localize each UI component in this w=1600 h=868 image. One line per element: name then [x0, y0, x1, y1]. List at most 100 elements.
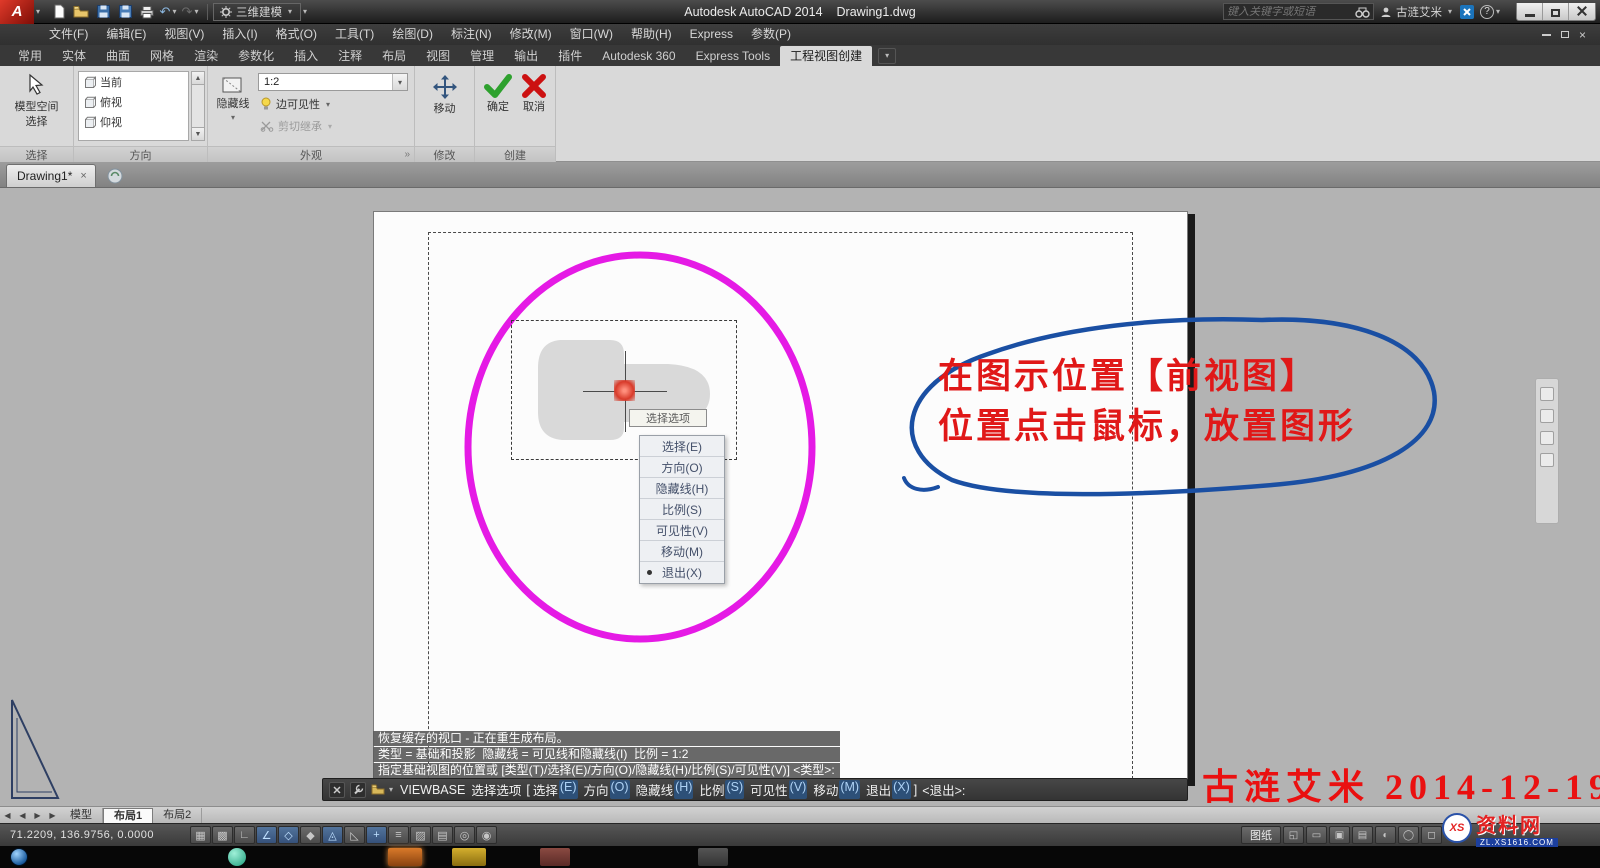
ribbon-tab[interactable]: 管理: [460, 46, 504, 66]
status-toggle-polar[interactable]: ∠: [256, 826, 277, 844]
orientation-item[interactable]: 俯视: [79, 92, 188, 112]
scroll-track[interactable]: [191, 85, 205, 127]
scroll-down-button[interactable]: ▼: [191, 127, 205, 141]
combo-caret-icon[interactable]: ▾: [392, 74, 407, 90]
ribbon-tab[interactable]: 插件: [548, 46, 592, 66]
menu-option[interactable]: 可见性(V): [640, 520, 724, 541]
status-toggle-otrack[interactable]: ◬: [322, 826, 343, 844]
save-as-button[interactable]: [114, 2, 136, 22]
ribbon-tab[interactable]: Autodesk 360: [592, 46, 685, 66]
move-button[interactable]: 移动: [429, 69, 461, 143]
command-line[interactable]: ▾ VIEWBASE 选择选项 [ 选择 (E) 方向 (O) 隐藏线 (H) 比例(…: [322, 778, 1188, 801]
menu-item[interactable]: 参数(P): [742, 24, 800, 45]
orbit-icon[interactable]: [1540, 453, 1554, 467]
scroll-up-button[interactable]: ▲: [191, 71, 205, 85]
clean-screen-icon[interactable]: ◻: [1421, 826, 1442, 844]
status-toggle-ducs[interactable]: ◺: [344, 826, 365, 844]
exchange-apps-icon[interactable]: [1459, 4, 1474, 19]
command-close-button[interactable]: [329, 781, 345, 798]
status-toggle-dyn[interactable]: +: [366, 826, 387, 844]
ribbon-tab[interactable]: 常用: [8, 46, 52, 66]
ribbon-tab[interactable]: Express Tools: [686, 46, 780, 66]
zoom-icon[interactable]: [1540, 431, 1554, 445]
quick-view-drawings-icon[interactable]: ▭: [1306, 826, 1327, 844]
redo-button[interactable]: ↷ ▾: [180, 2, 202, 22]
status-toggle-snap[interactable]: ▦: [190, 826, 211, 844]
signin-menu[interactable]: 古涟艾米 ▾: [1380, 4, 1454, 20]
layout-tab-layout2[interactable]: 布局2: [153, 807, 203, 823]
menu-option[interactable]: 退出(X): [640, 562, 724, 583]
tab-close-icon[interactable]: ×: [80, 170, 86, 182]
status-toggle-transparency[interactable]: ▨: [410, 826, 431, 844]
scale-combobox[interactable]: 1:2 ▾: [258, 73, 408, 91]
drawing-canvas[interactable]: 选择选项 选择(E) 方向(O) 隐藏线(H) 比例(S) 可见性(V) 移动(…: [0, 188, 1600, 806]
cancel-button[interactable]: 取消: [519, 69, 549, 143]
taskbar-app-button[interactable]: [540, 848, 570, 866]
app-menu-caret-icon[interactable]: ▾: [36, 7, 40, 16]
auto-annotation-icon[interactable]: ◯: [1398, 826, 1419, 844]
status-toggle-selection-cycling[interactable]: ◎: [454, 826, 475, 844]
menu-item[interactable]: 修改(M): [501, 24, 561, 45]
menu-item[interactable]: 插入(I): [213, 24, 266, 45]
start-button[interactable]: [10, 848, 28, 866]
panel-expand-icon[interactable]: »: [404, 149, 410, 160]
annotation-scale-icon[interactable]: ▤: [1352, 826, 1373, 844]
taskbar-app-button[interactable]: [698, 848, 728, 866]
menu-item[interactable]: 文件(F): [40, 24, 97, 45]
menu-item[interactable]: 绘图(D): [383, 24, 442, 45]
ribbon-tab[interactable]: 插入: [284, 46, 328, 66]
menu-item[interactable]: 窗口(W): [561, 24, 622, 45]
qat-customize-caret-icon[interactable]: ▾: [303, 7, 307, 16]
plot-button[interactable]: [136, 2, 158, 22]
command-option[interactable]: 选择 (E): [533, 780, 578, 799]
last-layout-button[interactable]: ▶: [45, 811, 60, 820]
paper-space-button[interactable]: 图纸: [1241, 826, 1281, 844]
status-toggle-ortho[interactable]: ∟: [234, 826, 255, 844]
ribbon-tab[interactable]: 输出: [504, 46, 548, 66]
recent-commands-button[interactable]: ▾: [371, 784, 395, 795]
command-option[interactable]: 方向 (O): [584, 780, 630, 799]
undo-button[interactable]: ↶ ▾: [158, 2, 180, 22]
command-prompt[interactable]: VIEWBASE 选择选项 [ 选择 (E) 方向 (O) 隐藏线 (H) 比例 (S)…: [400, 780, 965, 799]
status-toggle-3dosnap[interactable]: ◆: [300, 826, 321, 844]
ribbon-collapse-button[interactable]: ▾: [878, 48, 897, 64]
help-button[interactable]: ? ▾: [1479, 4, 1502, 19]
orientation-item[interactable]: 仰视: [79, 112, 188, 132]
ribbon-tab[interactable]: 实体: [52, 46, 96, 66]
ribbon-tab[interactable]: 注释: [328, 46, 372, 66]
menu-option[interactable]: 移动(M): [640, 541, 724, 562]
model-space-select-button[interactable]: 模型空间 选择: [13, 69, 61, 143]
ribbon-tab[interactable]: 布局: [372, 46, 416, 66]
menu-option[interactable]: 比例(S): [640, 499, 724, 520]
new-file-button[interactable]: [48, 2, 70, 22]
workspace-selector[interactable]: 三维建模 ▾: [213, 2, 302, 21]
save-button[interactable]: [92, 2, 114, 22]
full-navigation-wheel-icon[interactable]: [1540, 387, 1554, 401]
ribbon-tab[interactable]: 网格: [140, 46, 184, 66]
orientation-item[interactable]: 当前: [79, 72, 188, 92]
command-option[interactable]: 比例 (S): [699, 780, 745, 799]
minimize-button[interactable]: [1517, 2, 1543, 20]
file-tab-drawing1[interactable]: Drawing1* ×: [6, 164, 96, 187]
taskbar-app-button[interactable]: [452, 848, 486, 866]
search-binoculars-icon[interactable]: [1355, 6, 1370, 18]
status-toggle-lineweight[interactable]: ≡: [388, 826, 409, 844]
ribbon-tab[interactable]: 视图: [416, 46, 460, 66]
open-file-button[interactable]: [70, 2, 92, 22]
menu-item[interactable]: 标注(N): [442, 24, 501, 45]
ribbon-tab-active[interactable]: 工程视图创建: [780, 46, 873, 66]
prev-layout-button[interactable]: ◀: [15, 811, 30, 820]
status-toggle-osnap[interactable]: ◇: [278, 826, 299, 844]
menu-option[interactable]: 选择(E): [640, 436, 724, 457]
menu-item[interactable]: 工具(T): [326, 24, 383, 45]
model-paper-toggle-icon[interactable]: ◱: [1283, 826, 1304, 844]
pan-icon[interactable]: [1540, 409, 1554, 423]
command-customize-button[interactable]: [350, 781, 366, 798]
command-option[interactable]: 退出 (X): [866, 780, 911, 799]
command-option[interactable]: 移动 (M): [813, 780, 861, 799]
command-option[interactable]: 可见性 (V): [750, 780, 808, 799]
close-button[interactable]: [1569, 3, 1595, 20]
status-toggle-annotation-monitor[interactable]: ◉: [476, 826, 497, 844]
taskbar-app-icon[interactable]: [228, 848, 246, 866]
hidden-lines-button[interactable]: 隐藏线 ▾: [210, 69, 256, 143]
